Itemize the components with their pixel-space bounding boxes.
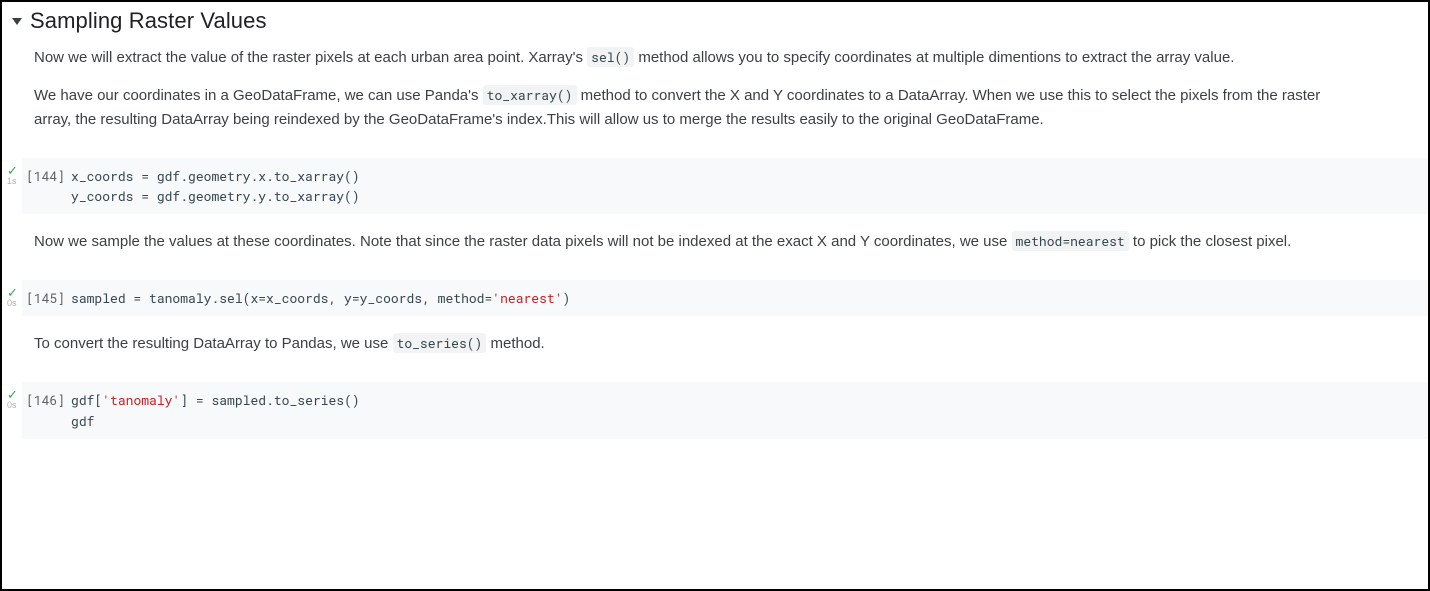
cell-gutter[interactable]: ✓ 0s [2,280,22,316]
text: Now we will extract the value of the ras… [34,49,587,66]
section-title: Sampling Raster Values [30,8,267,34]
text: Now we sample the values at these coordi… [34,233,1012,250]
cell-number: [146] [26,390,71,430]
inline-code: to_series() [393,333,487,353]
inline-code: method=nearest [1012,231,1129,251]
text: We have our coordinates in a GeoDataFram… [34,87,483,104]
collapse-triangle-icon[interactable] [12,18,22,25]
inline-code: to_xarray() [483,85,577,105]
text: to pick the closest pixel. [1129,233,1292,250]
markdown-cell[interactable]: Now we will extract the value of the ras… [2,36,1428,152]
code-body: gdf['tanomaly'] = sampled.to_series() gd… [71,390,360,430]
cell-number: [144] [26,166,71,206]
section-header[interactable]: Sampling Raster Values [2,8,1428,36]
code-area[interactable]: [144] x_coords = gdf.geometry.x.to_xarra… [22,158,1428,214]
cell-gutter[interactable]: ✓ 1s [2,158,22,214]
code-body: sampled = tanomaly.sel(x=x_coords, y=y_c… [71,288,570,308]
cell-duration: 0s [7,400,17,410]
cell-gutter[interactable]: ✓ 0s [2,382,22,438]
text: method allows you to specify coordinates… [634,49,1234,66]
notebook-section: Sampling Raster Values Now we will extra… [2,2,1428,453]
paragraph: Now we sample the values at these coordi… [34,230,1338,254]
paragraph: To convert the resulting DataArray to Pa… [34,332,1338,356]
code-cell[interactable]: ✓ 0s [145] sampled = tanomaly.sel(x=x_co… [2,280,1428,316]
code-cell[interactable]: ✓ 0s [146] gdf['tanomaly'] = sampled.to_… [2,382,1428,438]
cell-duration: 1s [7,176,17,186]
text: To convert the resulting DataArray to Pa… [34,335,393,352]
text: method. [486,335,544,352]
markdown-cell[interactable]: To convert the resulting DataArray to Pa… [2,322,1428,376]
code-cell[interactable]: ✓ 1s [144] x_coords = gdf.geometry.x.to_… [2,158,1428,214]
cell-duration: 0s [7,298,17,308]
cell-number: [145] [26,288,71,308]
paragraph: We have our coordinates in a GeoDataFram… [34,84,1338,132]
inline-code: sel() [587,47,634,67]
paragraph: Now we will extract the value of the ras… [34,46,1338,70]
code-area[interactable]: [145] sampled = tanomaly.sel(x=x_coords,… [22,280,1428,316]
markdown-cell[interactable]: Now we sample the values at these coordi… [2,220,1428,274]
code-area[interactable]: [146] gdf['tanomaly'] = sampled.to_serie… [22,382,1428,438]
code-body: x_coords = gdf.geometry.x.to_xarray() y_… [71,166,360,206]
